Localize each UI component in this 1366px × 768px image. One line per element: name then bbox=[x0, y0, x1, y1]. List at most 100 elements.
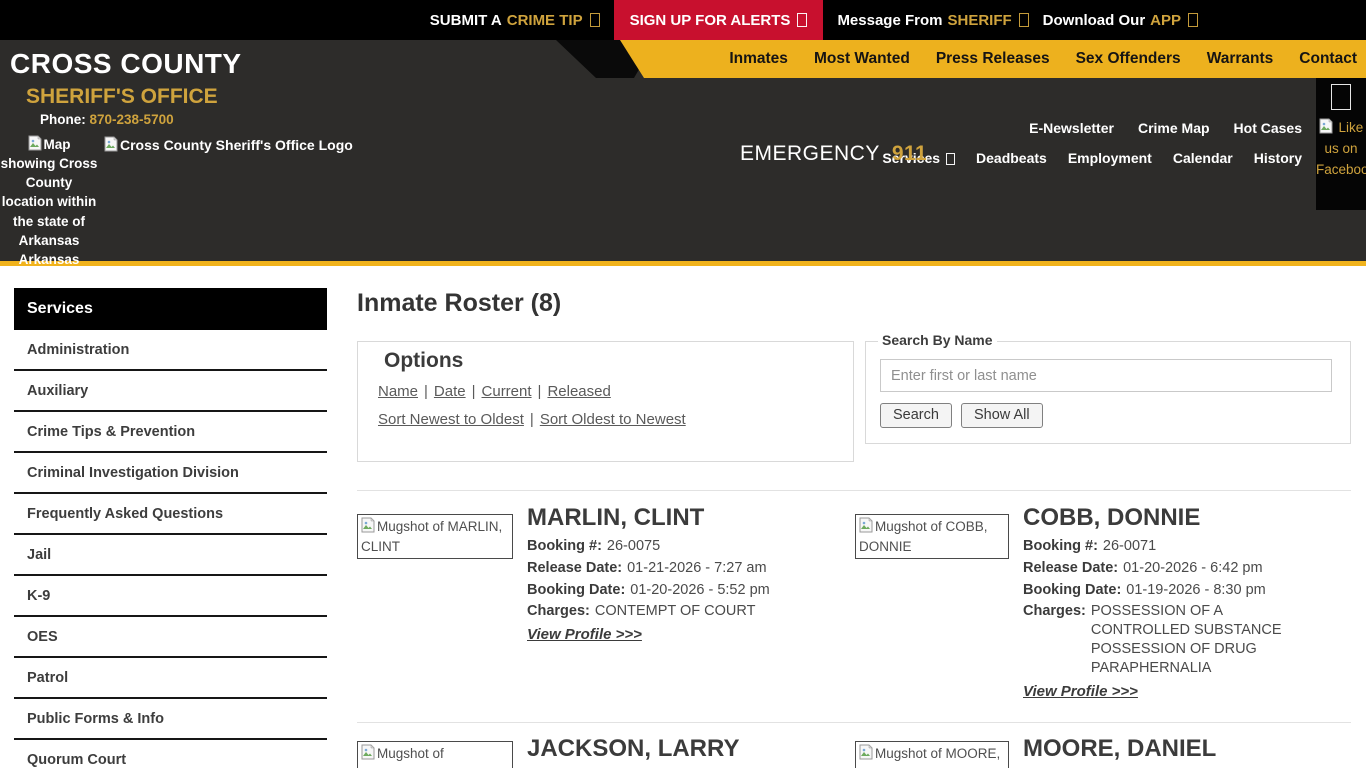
nav-press-releases[interactable]: Press Releases bbox=[936, 50, 1050, 68]
nav-contact[interactable]: Contact bbox=[1299, 50, 1357, 68]
nav-warrants[interactable]: Warrants bbox=[1207, 50, 1274, 68]
missing-glyph-box-icon bbox=[946, 153, 956, 165]
services-sidebar: Services Administration Auxiliary Crime … bbox=[14, 288, 327, 768]
broken-image-icon bbox=[361, 744, 375, 760]
inmate-card-moore: Mugshot of MOORE, DANIEL MOORE, DANIEL B… bbox=[855, 735, 1352, 768]
sidebar-item-faq[interactable]: Frequently Asked Questions bbox=[14, 494, 327, 535]
nav-history[interactable]: History bbox=[1254, 150, 1302, 166]
booking-date-label: Booking Date: bbox=[1023, 581, 1122, 598]
message-from-sheriff-link[interactable]: Message From SHERIFF bbox=[837, 0, 1029, 40]
sort-links: Sort Newest to Oldest | Sort Oldest to New… bbox=[378, 411, 853, 428]
sign-up-for-alerts-button[interactable]: SIGN UP FOR ALERTS bbox=[613, 0, 824, 40]
sidebar-item-crime-tips[interactable]: Crime Tips & Prevention bbox=[14, 412, 327, 453]
separator: | bbox=[424, 383, 428, 400]
phone-label: Phone: bbox=[40, 112, 86, 127]
search-input[interactable] bbox=[880, 359, 1332, 392]
broken-image-icon bbox=[859, 744, 873, 760]
charges-value: CONTEMPT OF COURT bbox=[595, 602, 756, 621]
missing-glyph-box-icon bbox=[1018, 13, 1029, 27]
page-title: Inmate Roster (8) bbox=[357, 289, 562, 317]
download-app-link[interactable]: Download Our APP bbox=[1043, 0, 1198, 40]
primary-nav: Inmates Most Wanted Press Releases Sex O… bbox=[620, 40, 1366, 78]
sidebar-item-auxiliary[interactable]: Auxiliary bbox=[14, 371, 327, 412]
nav-employment[interactable]: Employment bbox=[1068, 150, 1152, 166]
charge-line: CONTEMPT OF COURT bbox=[594, 603, 756, 620]
inmate-name: JACKSON, LARRY bbox=[527, 735, 740, 762]
inmate-name: MOORE, DANIEL bbox=[1023, 735, 1217, 762]
search-panel: Search By Name Search Show All bbox=[865, 332, 1351, 444]
sidebar-item-quorum-court[interactable]: Quorum Court bbox=[14, 740, 327, 768]
release-date-label: Release Date: bbox=[527, 559, 623, 576]
charges-label: Charges: bbox=[1023, 603, 1086, 620]
inmate-name: MARLIN, CLINT bbox=[527, 504, 705, 531]
view-profile-link[interactable]: View Profile >>> bbox=[527, 626, 642, 643]
facebook-link[interactable]: Like us on Facebook bbox=[1316, 78, 1366, 210]
search-legend: Search By Name bbox=[878, 332, 997, 348]
show-all-button[interactable]: Show All bbox=[960, 403, 1043, 428]
sidebar-item-administration[interactable]: Administration bbox=[14, 330, 327, 371]
booking-date-value: 01-19-2026 - 8:30 pm bbox=[1126, 581, 1266, 598]
sort-newest-link[interactable]: Sort Newest to Oldest bbox=[378, 411, 524, 428]
options-title: Options bbox=[384, 349, 464, 372]
emergency-label: EMERGENCY bbox=[740, 142, 880, 165]
inmate-details: MARLIN, CLINT Booking #: 26-0075 Release … bbox=[527, 504, 770, 644]
page: SUBMIT A CRIME TIP SIGN UP FOR ALERTS Mes… bbox=[0, 0, 1366, 768]
sidebar-item-k9[interactable]: K-9 bbox=[14, 576, 327, 617]
filter-date-link[interactable]: Date bbox=[434, 383, 466, 400]
mugshot-alt-text: Mugshot of JACKSON, LARRY bbox=[361, 746, 477, 768]
nav-hot-cases[interactable]: Hot Cases bbox=[1234, 120, 1302, 136]
nav-most-wanted[interactable]: Most Wanted bbox=[814, 50, 910, 68]
sidebar-item-patrol[interactable]: Patrol bbox=[14, 658, 327, 699]
sort-oldest-link[interactable]: Sort Oldest to Newest bbox=[540, 411, 686, 428]
broken-image-icon bbox=[1319, 118, 1333, 134]
filter-current-link[interactable]: Current bbox=[482, 383, 532, 400]
nav-inmates[interactable]: Inmates bbox=[729, 50, 788, 68]
inmate-card-jackson: Mugshot of JACKSON, LARRY JACKSON, LARRY… bbox=[357, 735, 854, 768]
inmate-details: JACKSON, LARRY Booking #:26-0064 bbox=[527, 735, 740, 768]
charges-value: POSSESSION OF A CONTROLLED SUBSTANCE POSS… bbox=[1091, 602, 1303, 677]
search-button[interactable]: Search bbox=[880, 403, 952, 428]
emergency-number: 911 bbox=[891, 142, 928, 165]
broken-image-icon bbox=[859, 517, 873, 533]
nav-enewsletter[interactable]: E-Newsletter bbox=[1029, 120, 1114, 136]
inmate-details: COBB, DONNIE Booking #: 26-0071 Release D… bbox=[1023, 504, 1303, 701]
search-buttons: Search Show All bbox=[880, 403, 1336, 428]
download-highlight: APP bbox=[1150, 11, 1181, 29]
filter-name-link[interactable]: Name bbox=[378, 383, 418, 400]
mugshot-broken-image[interactable]: Mugshot of JACKSON, LARRY bbox=[357, 741, 513, 768]
phone-line: Phone: 870-238-5700 bbox=[40, 112, 174, 127]
sidebar-title: Services bbox=[14, 288, 327, 330]
view-profile-link[interactable]: View Profile >>> bbox=[1023, 683, 1138, 700]
nav-sex-offenders[interactable]: Sex Offenders bbox=[1076, 50, 1181, 68]
mugshot-broken-image[interactable]: Mugshot of MOORE, DANIEL bbox=[855, 741, 1009, 768]
booking-num-label: Booking #: bbox=[527, 537, 602, 554]
secondary-nav-row1: E-Newsletter Crime Map Hot Cases bbox=[1029, 120, 1302, 136]
submit-crime-tip-link[interactable]: SUBMIT A CRIME TIP bbox=[430, 0, 600, 40]
nav-crime-map[interactable]: Crime Map bbox=[1138, 120, 1210, 136]
separator: | bbox=[471, 383, 476, 400]
phone-number[interactable]: 870-238-5700 bbox=[90, 112, 174, 127]
sidebar-item-jail[interactable]: Jail bbox=[14, 535, 327, 576]
divider bbox=[357, 722, 1351, 723]
nav-deadbeats[interactable]: Deadbeats bbox=[976, 150, 1047, 166]
crime-tip-prefix: SUBMIT A bbox=[429, 11, 502, 29]
sidebar-item-cid[interactable]: Criminal Investigation Division bbox=[14, 453, 327, 494]
missing-glyph-box-icon bbox=[797, 13, 808, 27]
missing-glyph-box-icon bbox=[1331, 84, 1351, 110]
release-date-value: 01-21-2026 - 7:27 am bbox=[627, 559, 767, 576]
broken-image-icon bbox=[28, 135, 42, 151]
nav-calendar[interactable]: Calendar bbox=[1173, 150, 1233, 166]
broken-image-icon bbox=[104, 136, 118, 152]
filter-released-link[interactable]: Released bbox=[547, 383, 610, 400]
mugshot-broken-image[interactable]: Mugshot of COBB, DONNIE bbox=[855, 514, 1009, 560]
booking-date-value: 01-20-2026 - 5:52 pm bbox=[630, 581, 770, 598]
sidebar-item-oes[interactable]: OES bbox=[14, 617, 327, 658]
mugshot-broken-image[interactable]: Mugshot of MARLIN, CLINT bbox=[357, 514, 513, 560]
divider bbox=[357, 490, 1351, 491]
sidebar-item-public-forms[interactable]: Public Forms & Info bbox=[14, 699, 327, 740]
release-date-label: Release Date: bbox=[1023, 559, 1119, 576]
booking-date-label: Booking Date: bbox=[527, 581, 626, 598]
booking-num-value: 26-0071 bbox=[1102, 537, 1157, 554]
separator: | bbox=[537, 383, 542, 400]
mugshot-alt-text: Mugshot of MOORE, DANIEL bbox=[859, 746, 1001, 768]
